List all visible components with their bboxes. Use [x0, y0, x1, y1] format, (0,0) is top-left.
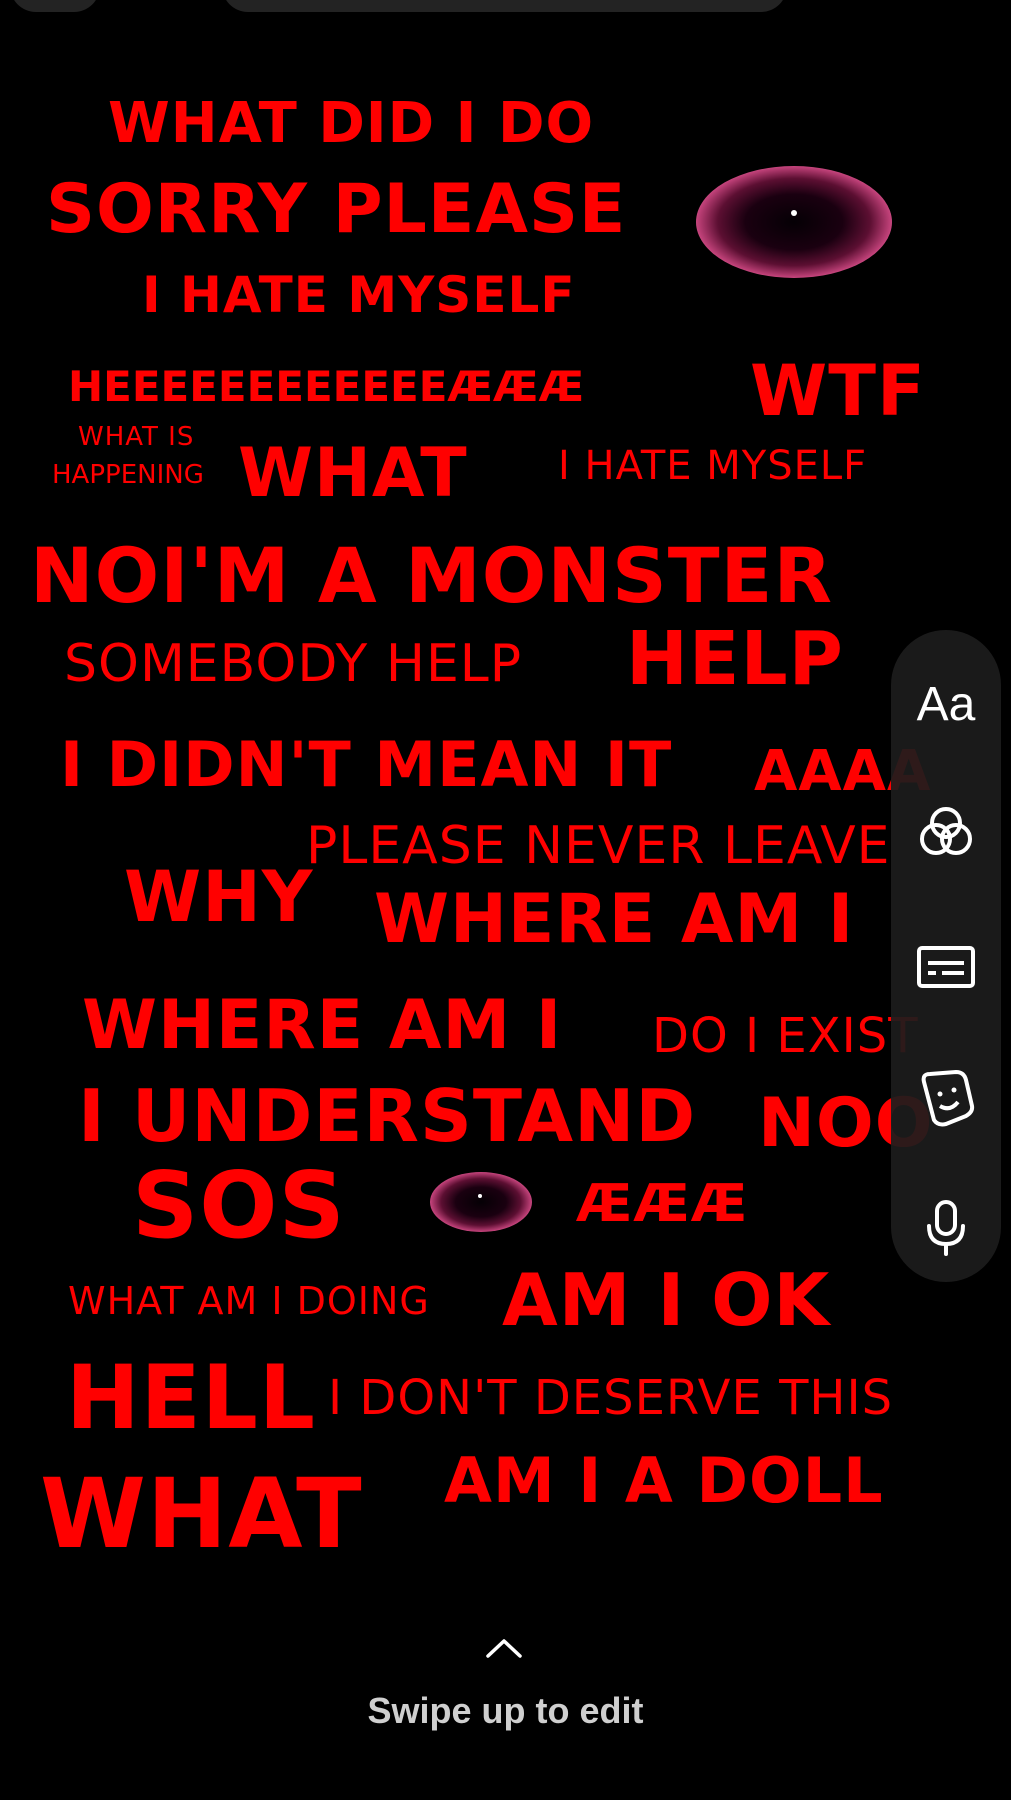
filters-button[interactable] — [891, 793, 1001, 873]
captions-button[interactable] — [891, 927, 1001, 1007]
eye-image — [696, 166, 892, 278]
chevron-up-icon[interactable] — [484, 1636, 524, 1660]
story-text-line: WHAT — [40, 1458, 363, 1570]
top-control-left[interactable] — [10, 0, 100, 12]
story-text-line: HELL — [66, 1346, 316, 1449]
story-text-line: WHERE AM I — [82, 986, 563, 1065]
top-control-bar[interactable] — [222, 0, 787, 12]
story-text-line: I DON'T DESERVE THIS — [328, 1370, 894, 1426]
sticker-icon — [916, 1068, 976, 1128]
sticker-button[interactable] — [891, 1058, 1001, 1138]
eye-image — [430, 1172, 532, 1232]
story-text-line: NOI'M A MONSTER — [30, 531, 833, 620]
swipe-up-hint[interactable]: Swipe up to edit — [0, 1690, 1011, 1732]
captions-icon — [916, 945, 976, 989]
story-text-line: WHAT DID I DO — [108, 91, 595, 156]
story-text-line: WHAT AM I DOING — [68, 1279, 430, 1323]
text-tool-button[interactable]: Aa — [891, 664, 1001, 744]
story-text-line: I HATE MYSELF — [142, 266, 576, 324]
story-canvas[interactable]: WHAT DID I DO SORRY PLEASE I HATE MYSELF… — [0, 0, 1011, 1800]
story-text-line: HELP — [626, 616, 844, 702]
story-text-line: WHY — [124, 856, 314, 938]
story-text-line: I DIDN'T MEAN IT — [60, 728, 673, 801]
story-text-line: SORRY PLEASE — [46, 170, 627, 249]
microphone-icon — [924, 1198, 968, 1258]
story-text-line: WTF — [750, 350, 926, 432]
story-text-line: AM I OK — [502, 1258, 831, 1342]
story-text-line: PLEASE NEVER LEAVE — [306, 816, 891, 876]
story-text-line: WHAT IS — [78, 422, 195, 452]
story-text-line: I UNDERSTAND — [78, 1074, 697, 1158]
microphone-button[interactable] — [891, 1188, 1001, 1268]
filters-icon — [914, 801, 978, 865]
story-text-line: WHAT — [238, 434, 468, 513]
story-text-line: SOS — [132, 1152, 346, 1259]
story-text-line: HEEEEEEEEEEEEÆÆÆ — [68, 362, 585, 411]
story-text-line: AM I A DOLL — [444, 1444, 884, 1517]
story-text-line: HAPPENING — [52, 460, 204, 490]
story-text-line: I HATE MYSELF — [558, 443, 868, 489]
story-text-line: DO I EXIST — [652, 1008, 919, 1064]
text-tool-label: Aa — [916, 677, 976, 731]
story-text-line: WHERE AM I — [374, 880, 855, 959]
story-text-line: ÆÆÆ — [576, 1174, 749, 1234]
story-text-line: SOMEBODY HELP — [64, 634, 523, 694]
